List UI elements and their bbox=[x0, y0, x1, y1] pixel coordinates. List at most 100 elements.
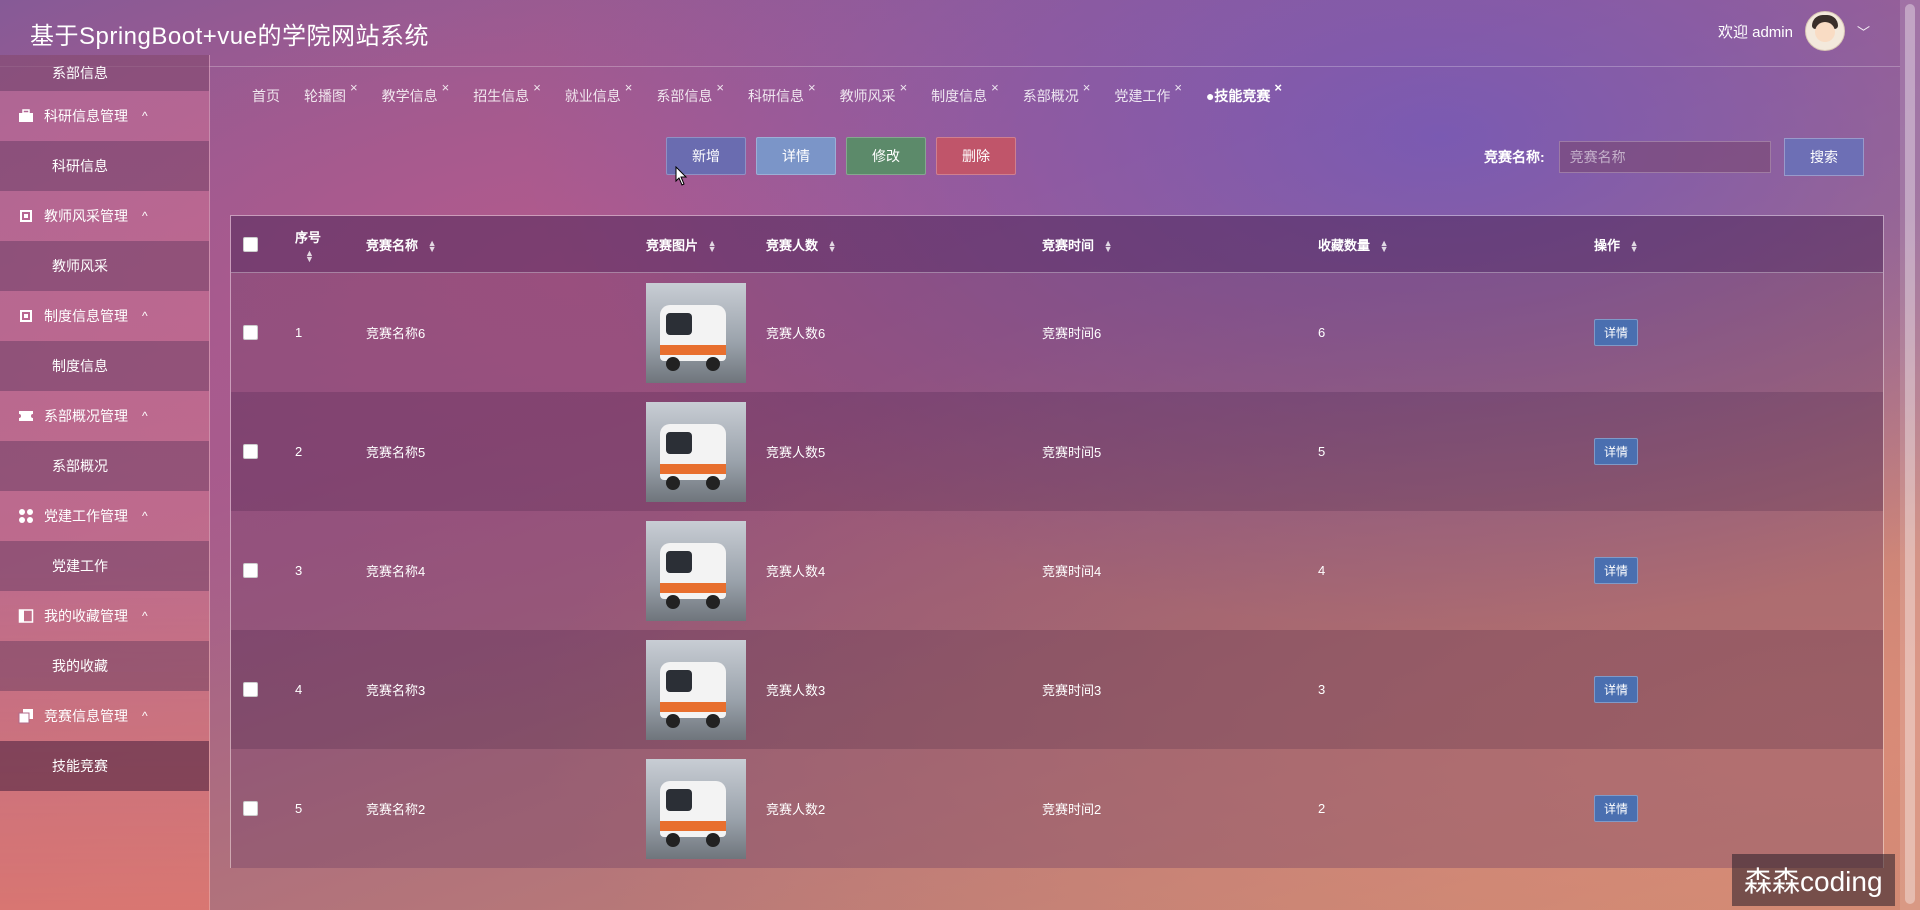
delete-button[interactable]: 删除 bbox=[936, 137, 1016, 175]
avatar[interactable] bbox=[1804, 11, 1845, 51]
tab-label: 教学信息 bbox=[381, 88, 438, 104]
sidebar-group-4[interactable]: 党建工作管理 ^ bbox=[0, 491, 209, 541]
competition-time: 竞赛时间5 bbox=[1042, 445, 1102, 460]
competition-time: 竞赛时间3 bbox=[1042, 683, 1102, 698]
tab-10[interactable]: 党建工作 × bbox=[1102, 80, 1194, 110]
row-detail-button[interactable]: 详情 bbox=[1594, 557, 1639, 584]
chevron-down-icon[interactable]: ﹀ bbox=[1857, 22, 1870, 41]
row-checkbox[interactable] bbox=[243, 444, 258, 459]
sidebar-item-6[interactable]: 技能竞赛 bbox=[0, 741, 209, 791]
search-input[interactable] bbox=[1558, 141, 1771, 173]
sidebar-item-0[interactable]: 科研信息 bbox=[0, 141, 209, 191]
competition-time: 竞赛时间4 bbox=[1042, 564, 1102, 579]
row-checkbox[interactable] bbox=[243, 801, 258, 816]
close-icon[interactable]: × bbox=[533, 80, 541, 95]
chevron-up-icon: ^ bbox=[142, 709, 148, 723]
tab-label: 科研信息 bbox=[747, 88, 804, 104]
tab-4[interactable]: 就业信息 × bbox=[553, 80, 645, 110]
sidebar-group-3[interactable]: 系部概况管理 ^ bbox=[0, 391, 209, 441]
tab-label: 就业信息 bbox=[564, 88, 621, 104]
row-checkbox[interactable] bbox=[243, 325, 258, 340]
column-header-actions: 操作 bbox=[1594, 237, 1621, 253]
chevron-up-icon: ^ bbox=[142, 509, 148, 523]
tab-9[interactable]: 系部概况 × bbox=[1011, 80, 1103, 110]
search-area: 竞赛名称: bbox=[1484, 141, 1771, 173]
close-icon[interactable]: × bbox=[808, 80, 816, 95]
search-label: 竞赛名称: bbox=[1484, 149, 1545, 165]
app-title: 基于SpringBoot+vue的学院网站系统 bbox=[30, 23, 429, 50]
sidebar-group-0[interactable]: 科研信息管理 ^ bbox=[0, 91, 209, 141]
user-menu[interactable]: 欢迎 admin ﹀ bbox=[1718, 11, 1870, 51]
sidebar-group-6[interactable]: 竞赛信息管理 ^ bbox=[0, 691, 209, 741]
row-checkbox[interactable] bbox=[243, 682, 258, 697]
row-checkbox[interactable] bbox=[243, 563, 258, 578]
sort-icon[interactable]: ▲ ▼ bbox=[1630, 239, 1639, 254]
sidebar-item-3[interactable]: 系部概况 bbox=[0, 441, 209, 491]
sidebar-group-label: 科研信息管理 bbox=[44, 108, 128, 124]
table-row: 4 竞赛名称3 竞赛人数3 竞赛时间3 3 详情 bbox=[231, 630, 1883, 749]
top-header: 基于SpringBoot+vue的学院网站系统 欢迎 admin ﹀ bbox=[0, 0, 1900, 67]
sidebar-group-label: 我的收藏管理 bbox=[44, 608, 128, 624]
close-icon[interactable]: × bbox=[1274, 80, 1282, 95]
table-row: 1 竞赛名称6 竞赛人数6 竞赛时间6 6 详情 bbox=[231, 273, 1883, 392]
row-detail-button[interactable]: 详情 bbox=[1594, 438, 1639, 465]
tab-label: 制度信息 bbox=[931, 88, 988, 104]
close-icon[interactable]: × bbox=[716, 80, 724, 95]
tab-0[interactable]: 首页 bbox=[240, 82, 292, 110]
panel-icon bbox=[18, 608, 34, 624]
tab-1[interactable]: 轮播图 × bbox=[292, 80, 370, 110]
tab-7[interactable]: 教师风采 × bbox=[828, 80, 920, 110]
mouse-cursor-icon bbox=[675, 166, 688, 186]
page-scrollbar[interactable] bbox=[1900, 0, 1920, 910]
close-icon[interactable]: × bbox=[1083, 80, 1091, 95]
row-detail-button[interactable]: 详情 bbox=[1594, 795, 1639, 822]
chevron-up-icon: ^ bbox=[142, 109, 148, 123]
close-icon[interactable]: × bbox=[350, 80, 358, 95]
sort-icon[interactable]: ▲ ▼ bbox=[1104, 239, 1113, 254]
tab-5[interactable]: 系部信息 × bbox=[644, 80, 736, 110]
sort-icon[interactable]: ▲ ▼ bbox=[428, 239, 437, 254]
row-detail-button[interactable]: 详情 bbox=[1594, 319, 1639, 346]
favorite-count: 4 bbox=[1318, 563, 1326, 578]
search-button[interactable]: 搜索 bbox=[1784, 138, 1864, 176]
action-toolbar: 新增 详情 修改 删除 bbox=[666, 137, 1016, 175]
select-all-checkbox[interactable] bbox=[243, 236, 258, 252]
sidebar-item-dept-info[interactable]: 系部信息 bbox=[0, 55, 209, 91]
sort-icon[interactable]: ▲ ▼ bbox=[305, 248, 314, 263]
close-icon[interactable]: × bbox=[1174, 80, 1182, 95]
sort-icon[interactable]: ▲ ▼ bbox=[828, 239, 837, 254]
column-header-count: 竞赛人数 bbox=[766, 237, 819, 253]
sort-icon[interactable]: ▲ ▼ bbox=[1380, 239, 1389, 254]
sidebar-group-5[interactable]: 我的收藏管理 ^ bbox=[0, 591, 209, 641]
favorite-count: 2 bbox=[1318, 801, 1326, 816]
edit-button[interactable]: 修改 bbox=[846, 137, 926, 175]
sidebar-item-4[interactable]: 党建工作 bbox=[0, 541, 209, 591]
close-icon[interactable]: × bbox=[991, 80, 999, 95]
sidebar-group-1[interactable]: 教师风采管理 ^ bbox=[0, 191, 209, 241]
close-icon[interactable]: × bbox=[900, 80, 908, 95]
tab-11[interactable]: ●技能竞赛 × bbox=[1194, 80, 1294, 110]
competition-count: 竞赛人数2 bbox=[766, 802, 826, 817]
sidebar-item-2[interactable]: 制度信息 bbox=[0, 341, 209, 391]
row-detail-button[interactable]: 详情 bbox=[1594, 676, 1639, 703]
row-number: 4 bbox=[295, 682, 303, 697]
detail-button[interactable]: 详情 bbox=[756, 137, 836, 175]
competition-image bbox=[646, 758, 746, 859]
close-icon[interactable]: × bbox=[442, 80, 450, 95]
chevron-up-icon: ^ bbox=[142, 409, 148, 423]
tab-6[interactable]: 科研信息 × bbox=[736, 80, 828, 110]
sidebar-group-2[interactable]: 制度信息管理 ^ bbox=[0, 291, 209, 341]
grid-dots-icon bbox=[18, 508, 34, 524]
sort-icon[interactable]: ▲ ▼ bbox=[708, 239, 717, 254]
close-icon[interactable]: × bbox=[625, 80, 633, 95]
competition-count: 竞赛人数4 bbox=[766, 564, 826, 579]
column-header-time: 竞赛时间 bbox=[1042, 237, 1095, 253]
tab-label: ●技能竞赛 bbox=[1205, 88, 1271, 104]
row-number: 3 bbox=[295, 563, 303, 578]
sidebar-item-5[interactable]: 我的收藏 bbox=[0, 641, 209, 691]
tab-8[interactable]: 制度信息 × bbox=[919, 80, 1011, 110]
tab-2[interactable]: 教学信息 × bbox=[370, 80, 462, 110]
sidebar-item-1[interactable]: 教师风采 bbox=[0, 241, 209, 291]
table-row: 3 竞赛名称4 竞赛人数4 竞赛时间4 4 详情 bbox=[231, 511, 1883, 630]
tab-3[interactable]: 招生信息 × bbox=[461, 80, 553, 110]
